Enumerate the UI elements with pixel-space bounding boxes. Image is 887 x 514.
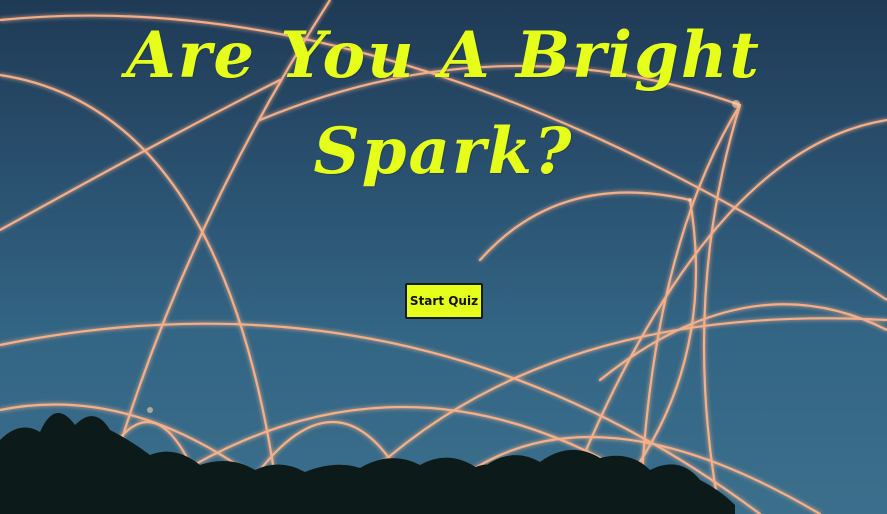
start-quiz-button[interactable]: Start Quiz	[405, 283, 483, 319]
page-title: Are You A Bright Spark?	[126, 18, 761, 189]
